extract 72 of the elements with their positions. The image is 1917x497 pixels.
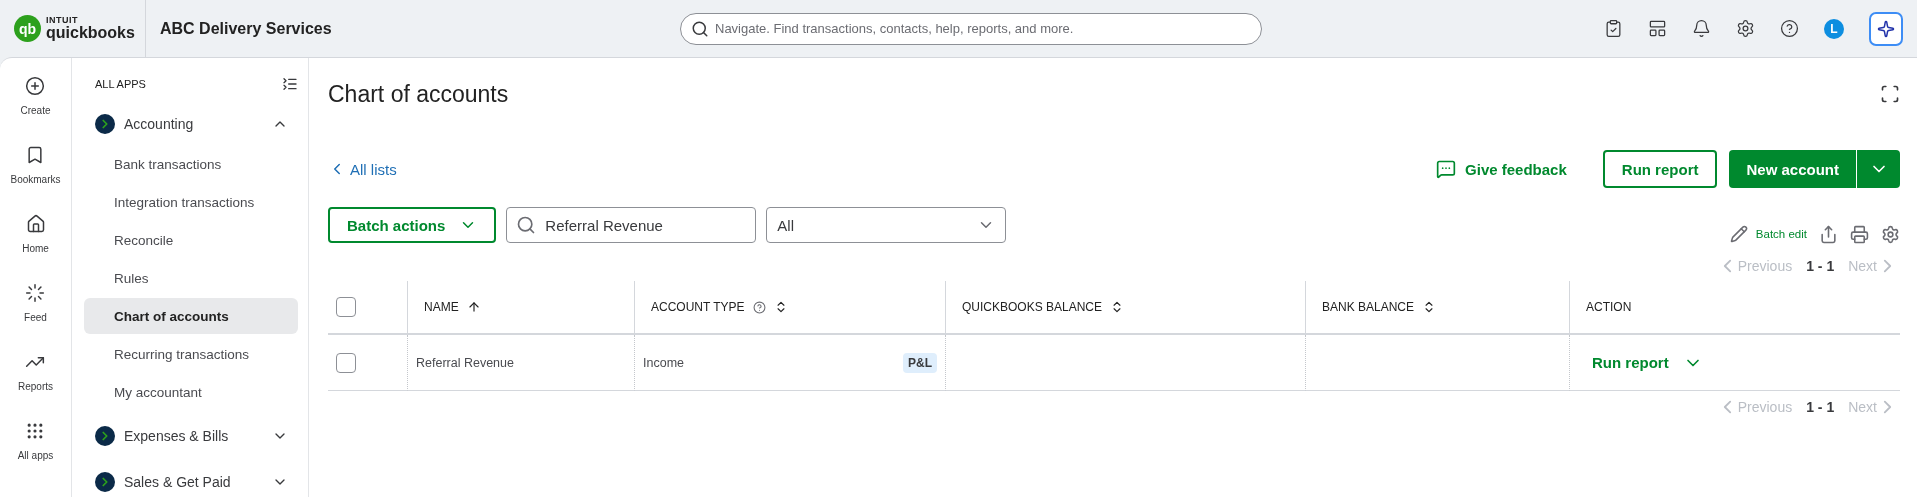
app-icon (95, 114, 115, 134)
settings-icon[interactable] (1736, 19, 1755, 38)
sidebar-group[interactable]: Sales & Get Paid (84, 462, 298, 497)
speech-bubble-icon (1436, 159, 1457, 179)
sidebar-group[interactable]: Accounting (84, 104, 298, 144)
batch-actions-button[interactable]: Batch actions (328, 207, 497, 243)
run-report-button[interactable]: Run report (1602, 150, 1718, 188)
clipboard-check-icon[interactable] (1604, 19, 1623, 38)
export-icon[interactable] (1819, 224, 1838, 244)
column-header: BANK BALANCE (1322, 300, 1415, 314)
feedback-button[interactable]: Give feedback (1430, 158, 1573, 180)
settings-icon[interactable] (1881, 224, 1900, 244)
avatar[interactable]: L (1824, 18, 1844, 39)
sparkle-icon (1877, 19, 1895, 38)
sidebar-item[interactable]: Reconcile (84, 222, 298, 258)
print-icon[interactable] (1850, 224, 1869, 244)
more-options-button[interactable] (1856, 150, 1900, 188)
panels-icon[interactable] (1648, 19, 1667, 38)
logo-product: quickbooks (46, 25, 135, 41)
chevron-right-icon (1883, 258, 1892, 274)
column-header: ACCOUNT TYPE (651, 300, 745, 314)
sidebar-item[interactable]: Integration transactions (84, 184, 298, 220)
batch-edit-button[interactable]: Batch edit (1729, 225, 1807, 243)
column-header: ACTION (1586, 300, 1632, 314)
nav-rail-item[interactable]: Feed (24, 283, 47, 323)
plus-circle-icon (25, 76, 46, 96)
new-account-button[interactable]: New account (1729, 150, 1856, 188)
help-icon[interactable] (752, 300, 766, 314)
home-icon (25, 214, 46, 234)
table-cell: Income (643, 355, 684, 370)
pencil-icon (1729, 225, 1748, 243)
nav-rail-item[interactable]: Create (20, 76, 51, 116)
checkbox[interactable] (336, 297, 356, 317)
page-range: 1 - 1 (1806, 258, 1835, 274)
company-name: ABC Delivery Services (159, 19, 333, 38)
page-range: 1 - 1 (1806, 399, 1835, 415)
chevron-left-icon (1722, 258, 1732, 274)
help-icon[interactable] (1780, 19, 1799, 38)
sidebar-item[interactable]: Bank transactions (84, 146, 298, 182)
sidebar-item[interactable]: Rules (84, 260, 298, 296)
column-header: QUICKBOOKS BALANCE (962, 300, 1103, 314)
collapse-sidebar-icon[interactable] (282, 76, 298, 92)
page-title: Chart of accounts (328, 80, 509, 108)
sidebar-item[interactable]: My accountant (84, 374, 298, 410)
spokes-icon (25, 283, 46, 303)
sidebar-group[interactable]: Expenses & Bills (84, 416, 298, 456)
app-icon (95, 426, 115, 446)
type-filter-select[interactable]: All (766, 207, 1007, 243)
sort-up-icon[interactable] (466, 300, 481, 314)
sidebar-item[interactable]: Recurring transactions (84, 336, 298, 372)
sidebar-item[interactable]: Chart of accounts (84, 298, 298, 334)
sidebar-heading: ALL APPS (95, 78, 146, 90)
bell-icon[interactable] (1692, 19, 1711, 38)
column-header: NAME (424, 300, 459, 314)
nav-rail-item[interactable]: Bookmarks (10, 145, 61, 185)
search-field[interactable]: Navigate. Find transactions, contacts, help, reports, and more. (680, 12, 1262, 45)
search-field[interactable]: Referral Revenue (506, 207, 757, 243)
assistant-button[interactable] (1869, 11, 1903, 46)
chevron-left-icon (1722, 399, 1732, 415)
nav-rail-item[interactable]: Reports (18, 352, 53, 392)
nav-rail-item[interactable]: Home (22, 214, 49, 254)
run-report-link[interactable]: Run report (1578, 354, 1683, 371)
app-icon (95, 472, 115, 492)
back-link[interactable]: All lists (328, 160, 397, 178)
logo-maker: INTUIT (46, 16, 79, 25)
nav-rail-item[interactable]: All apps (17, 421, 54, 461)
fullscreen-icon[interactable] (1880, 84, 1900, 104)
logo-mark: qb (14, 15, 41, 42)
chevron-right-icon (1883, 399, 1892, 415)
table-cell: Referral Revenue (416, 355, 514, 370)
checkbox[interactable] (336, 352, 356, 373)
tag: P&L (903, 352, 937, 373)
